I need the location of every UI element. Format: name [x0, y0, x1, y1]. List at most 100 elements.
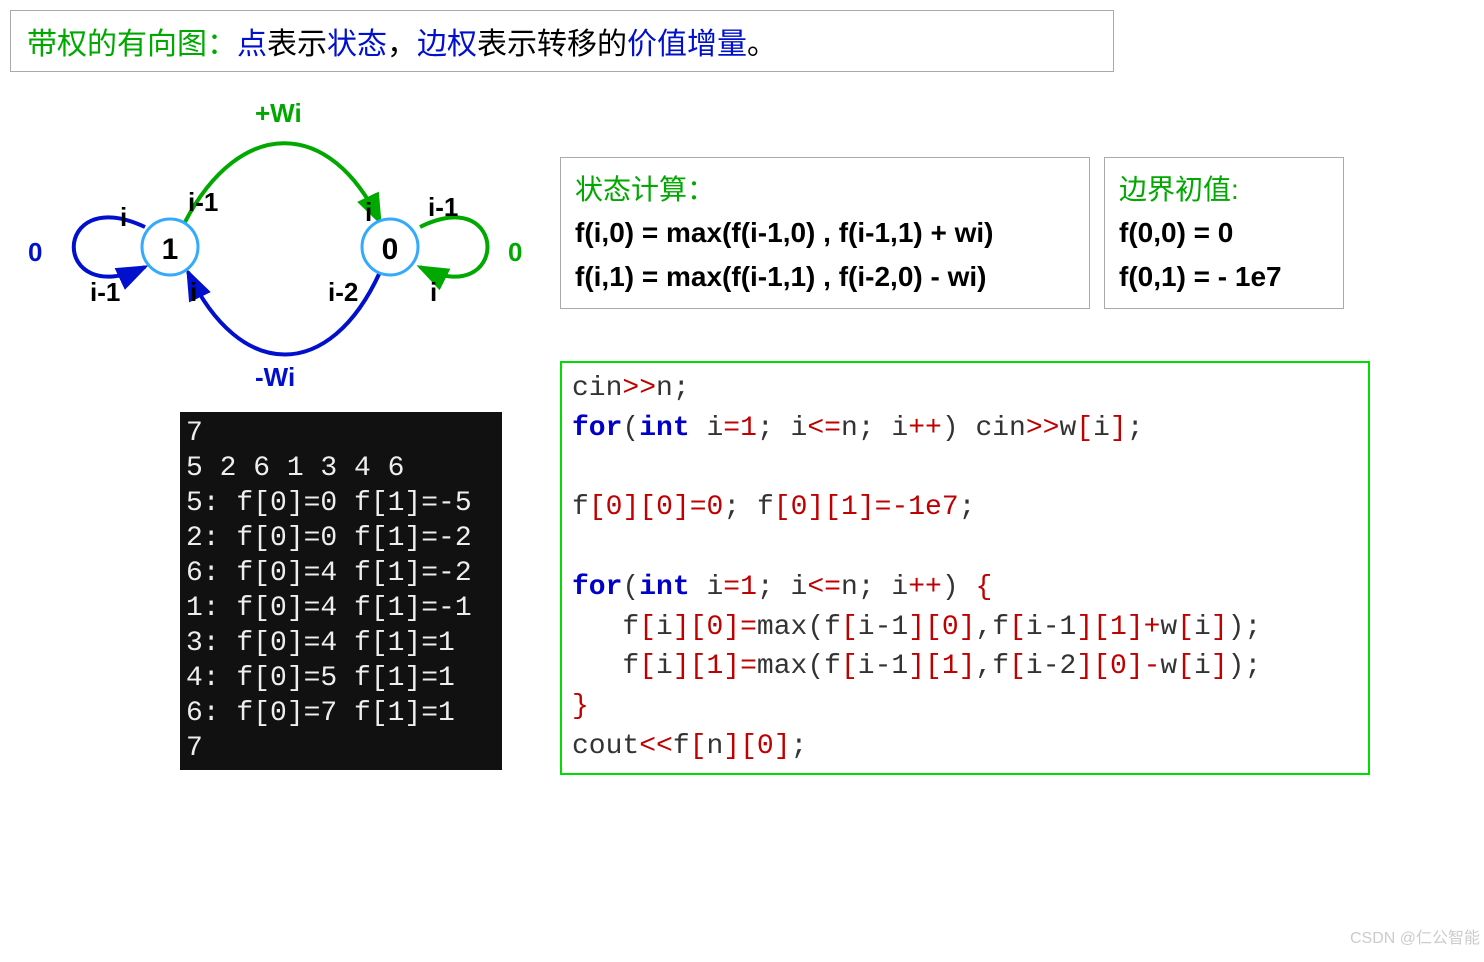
c-lb12: [ — [1177, 612, 1194, 643]
c-rb16: ] — [959, 651, 976, 682]
c-op: >> — [622, 373, 656, 404]
c-eq5: = — [740, 612, 757, 643]
c-s3: ; — [858, 413, 875, 444]
c-s10: ; — [1244, 651, 1261, 682]
c-pp2: ++ — [908, 572, 942, 603]
c-o1: 1 — [841, 492, 858, 523]
c-lb8: [ — [841, 612, 858, 643]
c-o5: 1 — [942, 651, 959, 682]
c-int2: int — [639, 572, 689, 603]
c-rb6: ] — [673, 612, 690, 643]
hdr-seg4: 状态 — [327, 28, 387, 61]
c-f1: f — [572, 492, 589, 523]
hdr-seg8: 价值增量 — [627, 28, 747, 61]
c-lp3: ( — [807, 612, 824, 643]
c-eq3: = — [875, 492, 892, 523]
c-s6: ; — [959, 492, 976, 523]
c-z6: 0 — [942, 612, 959, 643]
state-title: 状态计算： — [575, 174, 715, 205]
c-f8: f — [992, 651, 1009, 682]
c-lb19: [ — [1177, 651, 1194, 682]
c-lb: [ — [1076, 413, 1093, 444]
c-sp6 — [875, 572, 892, 603]
c-f3: f — [622, 612, 639, 643]
c-i8: i — [656, 612, 673, 643]
c-z1: 0 — [606, 492, 623, 523]
c-for2: for — [572, 572, 622, 603]
c-lb6: [ — [639, 612, 656, 643]
c-lb14: [ — [690, 651, 707, 682]
watermark: CSDN @仁公智能 — [1350, 924, 1480, 948]
c-z5: 0 — [706, 612, 723, 643]
state-diagram: 1 0 +Wi -Wi 0 0 i i-1 i-1 i i i-1 i-2 i — [10, 92, 540, 392]
c-rb15: ] — [908, 651, 925, 682]
c-rb3: ] — [673, 492, 690, 523]
c-n2: n — [841, 413, 858, 444]
c-cin2: cin — [975, 413, 1025, 444]
c-rp2: ) — [942, 572, 959, 603]
c-rb13: ] — [673, 651, 690, 682]
state-compute-box: 状态计算： f(i,0) = max(f(i-1,0) , f(i-1,1) +… — [560, 157, 1090, 309]
c-lb18: [ — [1093, 651, 1110, 682]
c-i6: i — [791, 572, 808, 603]
label-right-zero: 0 — [508, 237, 522, 268]
c-plus: + — [1144, 612, 1161, 643]
edge-im1-b: i-1 — [90, 277, 120, 308]
c-f9: f — [673, 731, 690, 762]
c-op2: >> — [1026, 413, 1060, 444]
init-title: 边界初值: — [1119, 174, 1239, 205]
state-line1: f(i,0) = max(f(i-1,0) , f(i-1,1) + wi) — [575, 217, 994, 248]
c-rb10: ] — [1076, 612, 1093, 643]
hdr-seg7: 表示转移的 — [477, 28, 627, 61]
c-s2: ; — [757, 413, 774, 444]
c-rb4: ] — [807, 492, 824, 523]
c-s8: ; — [858, 572, 875, 603]
c-ind2 — [572, 651, 622, 682]
c-lb4: [ — [774, 492, 791, 523]
code-block: cin>>n; for(int i=1; i<=n; i++) cin>>w[i… — [560, 361, 1370, 775]
c-com2: , — [975, 651, 992, 682]
edge-i-b: i — [190, 277, 197, 308]
hdr-seg6: 边权 — [417, 28, 477, 61]
c-ltlt: << — [639, 731, 673, 762]
c-rb9: ] — [959, 612, 976, 643]
c-o3: 1 — [1110, 612, 1127, 643]
c-sp — [690, 413, 707, 444]
c-lbr: { — [975, 572, 992, 603]
c-eq2: = — [690, 492, 707, 523]
c-rb2: ] — [622, 492, 639, 523]
c-cout: cout — [572, 731, 639, 762]
c-rp3: ) — [1228, 612, 1245, 643]
c-im1a: i-1 — [858, 612, 908, 643]
init-line1: f(0,0) = 0 — [1119, 217, 1233, 248]
c-lb10: [ — [1009, 612, 1026, 643]
c-i: i — [706, 413, 723, 444]
c-i4: i — [1093, 413, 1110, 444]
c-spx — [959, 413, 976, 444]
c-semi: ; — [673, 373, 690, 404]
c-i11: i — [1194, 651, 1211, 682]
c-sp4 — [690, 572, 707, 603]
c-i9: i — [1194, 612, 1211, 643]
label-plus-wi: +Wi — [255, 98, 302, 129]
c-i2: i — [791, 413, 808, 444]
c-sp7 — [959, 572, 976, 603]
state-line2: f(i,1) = max(f(i-1,1) , f(i-2,0) - wi) — [575, 261, 986, 292]
hdr-seg3: 表示 — [267, 28, 327, 61]
c-lp: ( — [622, 413, 639, 444]
c-le2: <= — [807, 572, 841, 603]
c-lb20: [ — [690, 731, 707, 762]
label-minus-wi: -Wi — [255, 362, 295, 393]
c-lb9: [ — [925, 612, 942, 643]
c-z2: 0 — [656, 492, 673, 523]
c-i10: i — [656, 651, 673, 682]
init-line2: f(0,1) = - 1e7 — [1119, 261, 1282, 292]
c-sp2 — [774, 413, 791, 444]
c-f7: f — [824, 651, 841, 682]
c-rb21: ] — [774, 731, 791, 762]
c-lp2: ( — [622, 572, 639, 603]
c-w2: w — [1160, 612, 1177, 643]
c-spy — [740, 492, 757, 523]
c-lb16: [ — [925, 651, 942, 682]
c-rb12: ] — [1211, 612, 1228, 643]
